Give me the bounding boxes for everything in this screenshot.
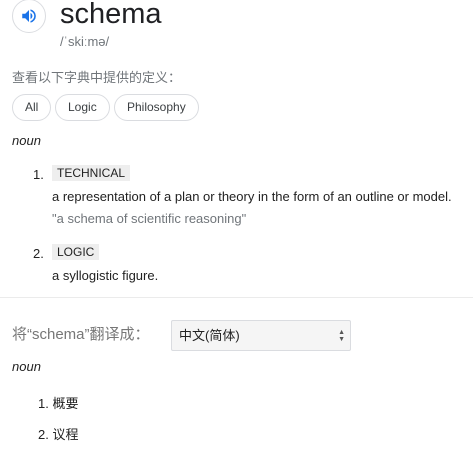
domain-badge: LOGIC: [52, 244, 100, 260]
translation-text: 概要: [52, 396, 79, 411]
language-select[interactable]: 中文(简体) ▲ ▼: [171, 320, 351, 351]
speaker-icon: [22, 9, 36, 23]
translate-label: 将“schema”翻译成：: [12, 326, 150, 343]
select-arrows-icon: ▲ ▼: [338, 329, 345, 343]
translation-number: 2.: [38, 427, 49, 442]
translation-number: 1.: [38, 396, 49, 411]
chip-philosophy[interactable]: Philosophy: [114, 94, 199, 121]
divider: [0, 297, 473, 298]
translation-item: 2. 议程: [38, 424, 78, 443]
chip-logic[interactable]: Logic: [55, 94, 110, 121]
definition-number: 2.: [33, 246, 44, 261]
definition-text: a syllogistic figure.: [52, 268, 159, 283]
definition-text: a representation of a plan or theory in …: [52, 189, 452, 204]
language-value: 中文(简体): [179, 328, 240, 343]
dictionary-label: 查看以下字典中提供的定义：: [12, 70, 182, 85]
chip-all[interactable]: All: [12, 94, 52, 121]
translation-text: 议程: [52, 427, 79, 442]
definition-example: "a schema of scientific reasoning": [52, 211, 247, 226]
definition-number: 1.: [33, 167, 44, 182]
domain-badge: TECHNICAL: [52, 165, 131, 181]
pronunciation-button[interactable]: [12, 0, 46, 33]
translation-item: 1. 概要: [38, 393, 78, 412]
word-title: schema: [60, 0, 162, 30]
phonetic: /ˈskiːmə/: [60, 34, 110, 49]
part-of-speech: noun: [12, 133, 41, 148]
translation-part-of-speech: noun: [12, 359, 41, 374]
